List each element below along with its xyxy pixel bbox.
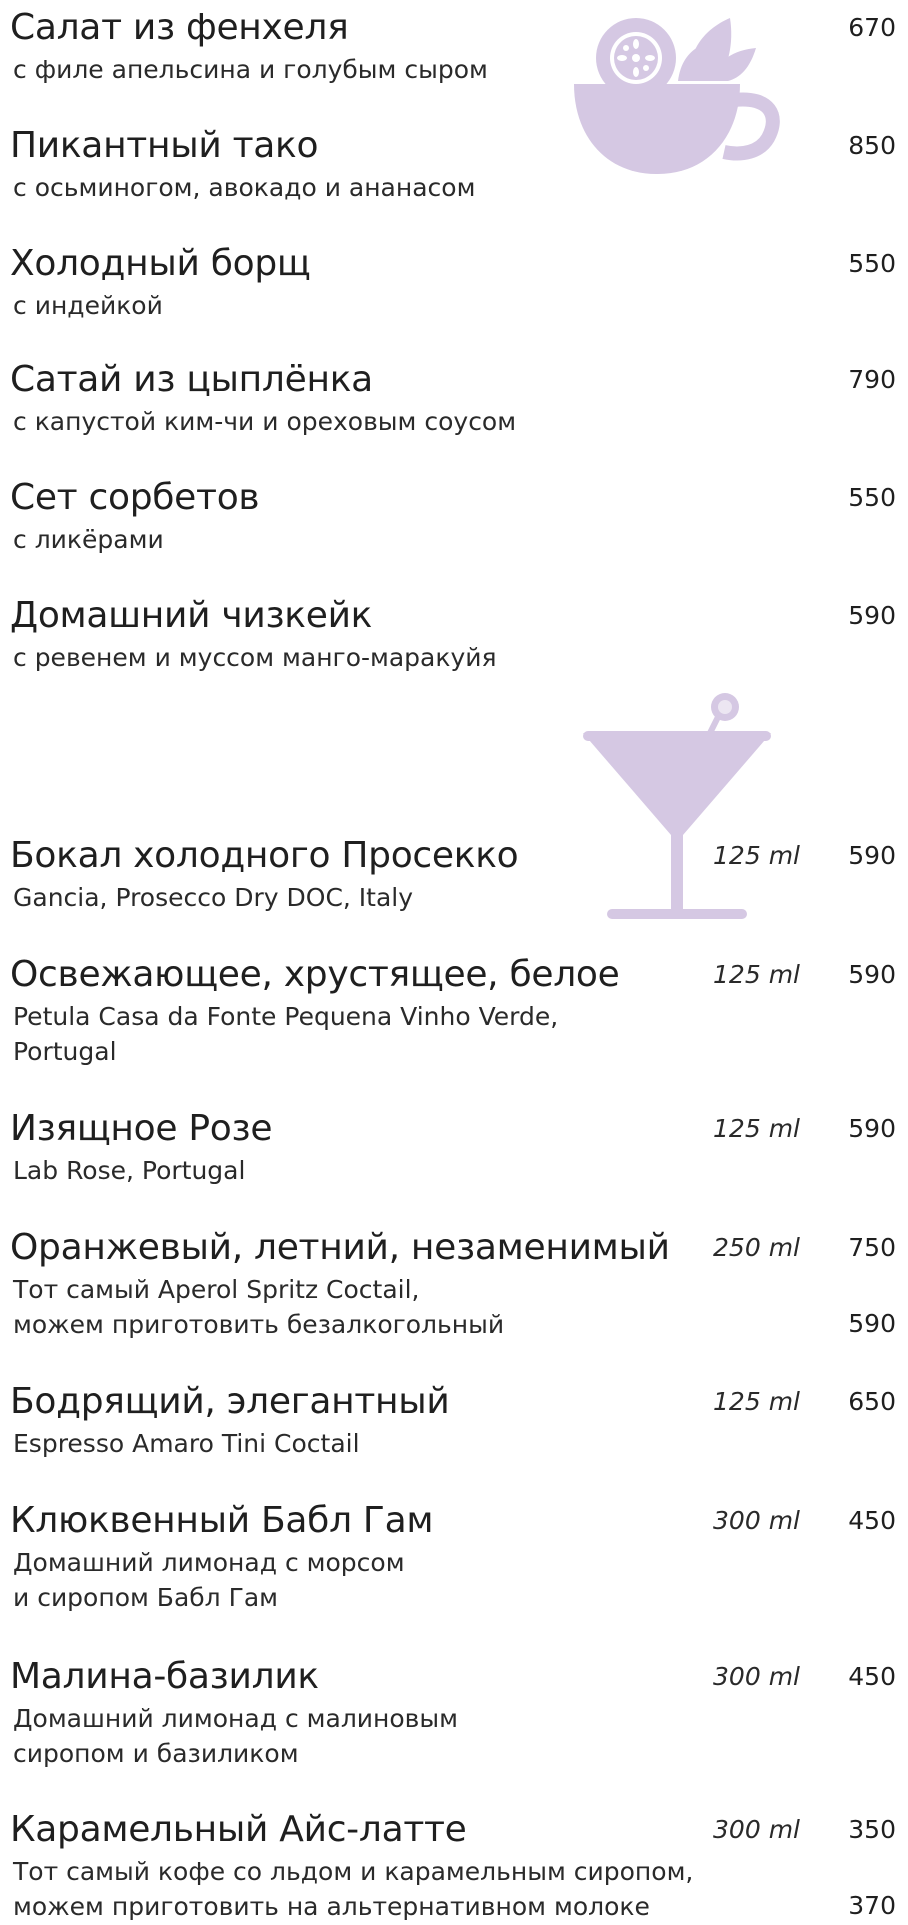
dish-name: Пикантный тако bbox=[10, 125, 319, 166]
dish-description: с ревенем и муссом манго-маракуйя bbox=[13, 643, 497, 672]
dish-price: 850 bbox=[848, 131, 896, 160]
dish-description: с филе апельсина и голубым сыром bbox=[13, 55, 488, 84]
dish-price: 590 bbox=[848, 601, 896, 630]
drink-volume: 125 ml bbox=[713, 841, 800, 870]
drink-price-alt: 370 bbox=[848, 1891, 896, 1920]
drink-volume: 300 ml bbox=[713, 1815, 800, 1844]
drink-description: Домашний лимонад с морсом и сиропом Бабл… bbox=[13, 1548, 405, 1612]
dish-price: 790 bbox=[848, 365, 896, 394]
dish-price: 670 bbox=[848, 13, 896, 42]
dish-description: с осьминогом, авокадо и ананасом bbox=[13, 173, 476, 202]
dish-price: 550 bbox=[848, 483, 896, 512]
drink-name: Оранжевый, летний, незаменимый bbox=[10, 1227, 670, 1268]
dish-name: Сатай из цыплёнка bbox=[10, 359, 373, 400]
drink-volume: 125 ml bbox=[713, 960, 800, 989]
dish-name: Холодный борщ bbox=[10, 243, 311, 284]
drink-price: 450 bbox=[848, 1506, 896, 1535]
drink-price: 450 bbox=[848, 1662, 896, 1691]
drink-name: Карамельный Айс-латте bbox=[10, 1809, 467, 1850]
drink-price: 590 bbox=[848, 841, 896, 870]
drink-volume: 125 ml bbox=[713, 1387, 800, 1416]
drink-volume: 125 ml bbox=[713, 1114, 800, 1143]
drink-name: Бодрящий, элегантный bbox=[10, 1381, 450, 1422]
salad-bowl-icon bbox=[574, 18, 780, 174]
drink-description: Gancia, Prosecco Dry DOC, Italy bbox=[13, 883, 414, 912]
drink-name: Малина-базилик bbox=[10, 1656, 319, 1697]
drink-description: Lab Rose, Portugal bbox=[13, 1156, 246, 1185]
dish-description: с ликёрами bbox=[13, 525, 164, 554]
drink-name: Клюквенный Бабл Гам bbox=[10, 1500, 434, 1541]
drink-description: Домашний лимонад с малиновым сиропом и б… bbox=[13, 1704, 459, 1768]
drink-description: Тот самый кофе со льдом и карамельным си… bbox=[13, 1857, 694, 1921]
drink-price: 590 bbox=[848, 1114, 896, 1143]
drink-name: Бокал холодного Просекко bbox=[10, 835, 519, 876]
drink-price: 750 bbox=[848, 1233, 896, 1262]
drink-description: Тот самый Aperol Spritz Coctail, можем п… bbox=[13, 1275, 505, 1339]
drink-volume: 250 ml bbox=[713, 1233, 800, 1262]
drink-volume: 300 ml bbox=[713, 1662, 800, 1691]
dish-description: с индейкой bbox=[13, 291, 163, 320]
drink-volume: 300 ml bbox=[713, 1506, 800, 1535]
dish-name: Домашний чизкейк bbox=[10, 595, 373, 636]
drink-name: Изящное Розе bbox=[10, 1108, 273, 1149]
drink-description: Espresso Amaro Tini Coctail bbox=[13, 1429, 360, 1458]
dish-price: 550 bbox=[848, 249, 896, 278]
drink-price: 590 bbox=[848, 960, 896, 989]
drink-price: 650 bbox=[848, 1387, 896, 1416]
dish-name: Сет сорбетов bbox=[10, 477, 260, 518]
drink-name: Освежающее, хрустящее, белое bbox=[10, 954, 620, 995]
drink-price-alt: 590 bbox=[848, 1309, 896, 1338]
dish-description: с капустой ким-чи и ореховым соусом bbox=[13, 407, 517, 436]
cocktail-glass-icon bbox=[583, 693, 771, 919]
drink-description: Petula Casa da Fonte Pequena Vinho Verde… bbox=[13, 1002, 559, 1066]
dish-name: Салат из фенхеля bbox=[10, 7, 349, 48]
drink-price: 350 bbox=[848, 1815, 896, 1844]
